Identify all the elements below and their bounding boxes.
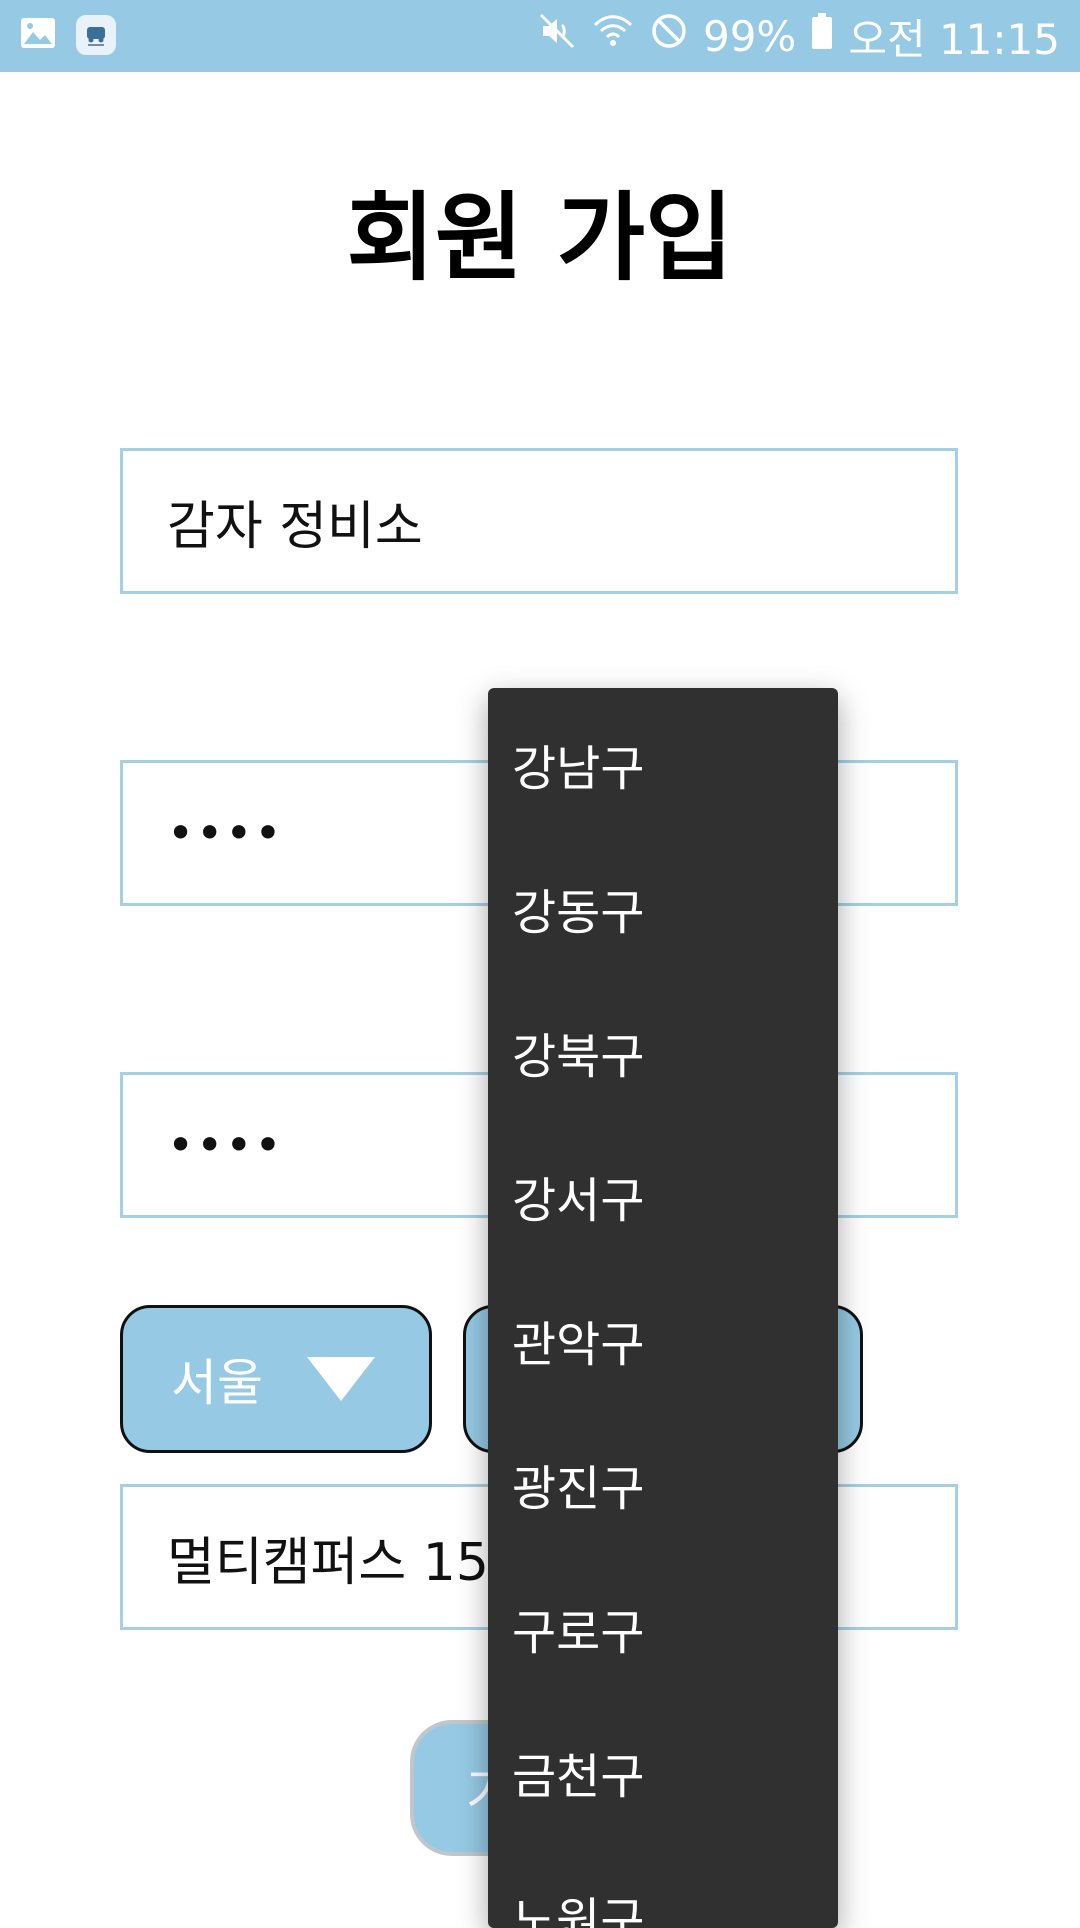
dropdown-item[interactable]: 구로구: [488, 1556, 838, 1700]
dropdown-item[interactable]: 광진구: [488, 1412, 838, 1556]
blocked-icon: [649, 11, 689, 61]
dropdown-item[interactable]: 강동구: [488, 836, 838, 980]
app-icon: [76, 15, 116, 55]
city-select[interactable]: 서울: [120, 1305, 432, 1453]
battery-icon: [810, 11, 834, 61]
mute-icon: [537, 11, 577, 61]
dropdown-item[interactable]: 관악구: [488, 1268, 838, 1412]
battery-percent: 99%: [702, 11, 797, 61]
dropdown-item[interactable]: 노원구: [488, 1844, 838, 1928]
city-select-label: 서울: [171, 1354, 263, 1412]
status-bar: 99% 오전 11:15: [0, 0, 1080, 72]
wifi-icon: [591, 11, 635, 61]
district-dropdown-menu[interactable]: 강남구 강동구 강북구 강서구 관악구 광진구 구로구 금천구 노원구: [488, 688, 838, 1928]
dropdown-item[interactable]: 강북구: [488, 980, 838, 1124]
dropdown-item[interactable]: 강서구: [488, 1124, 838, 1268]
page-title: 회원 가입: [346, 182, 734, 294]
name-input[interactable]: 감자 정비소: [120, 448, 958, 594]
image-icon: [20, 15, 56, 55]
dropdown-arrow-icon: [307, 1357, 375, 1401]
dropdown-item[interactable]: 강남구: [488, 692, 838, 836]
dropdown-item[interactable]: 금천구: [488, 1700, 838, 1844]
clock: 오전 11:15: [848, 14, 1060, 64]
